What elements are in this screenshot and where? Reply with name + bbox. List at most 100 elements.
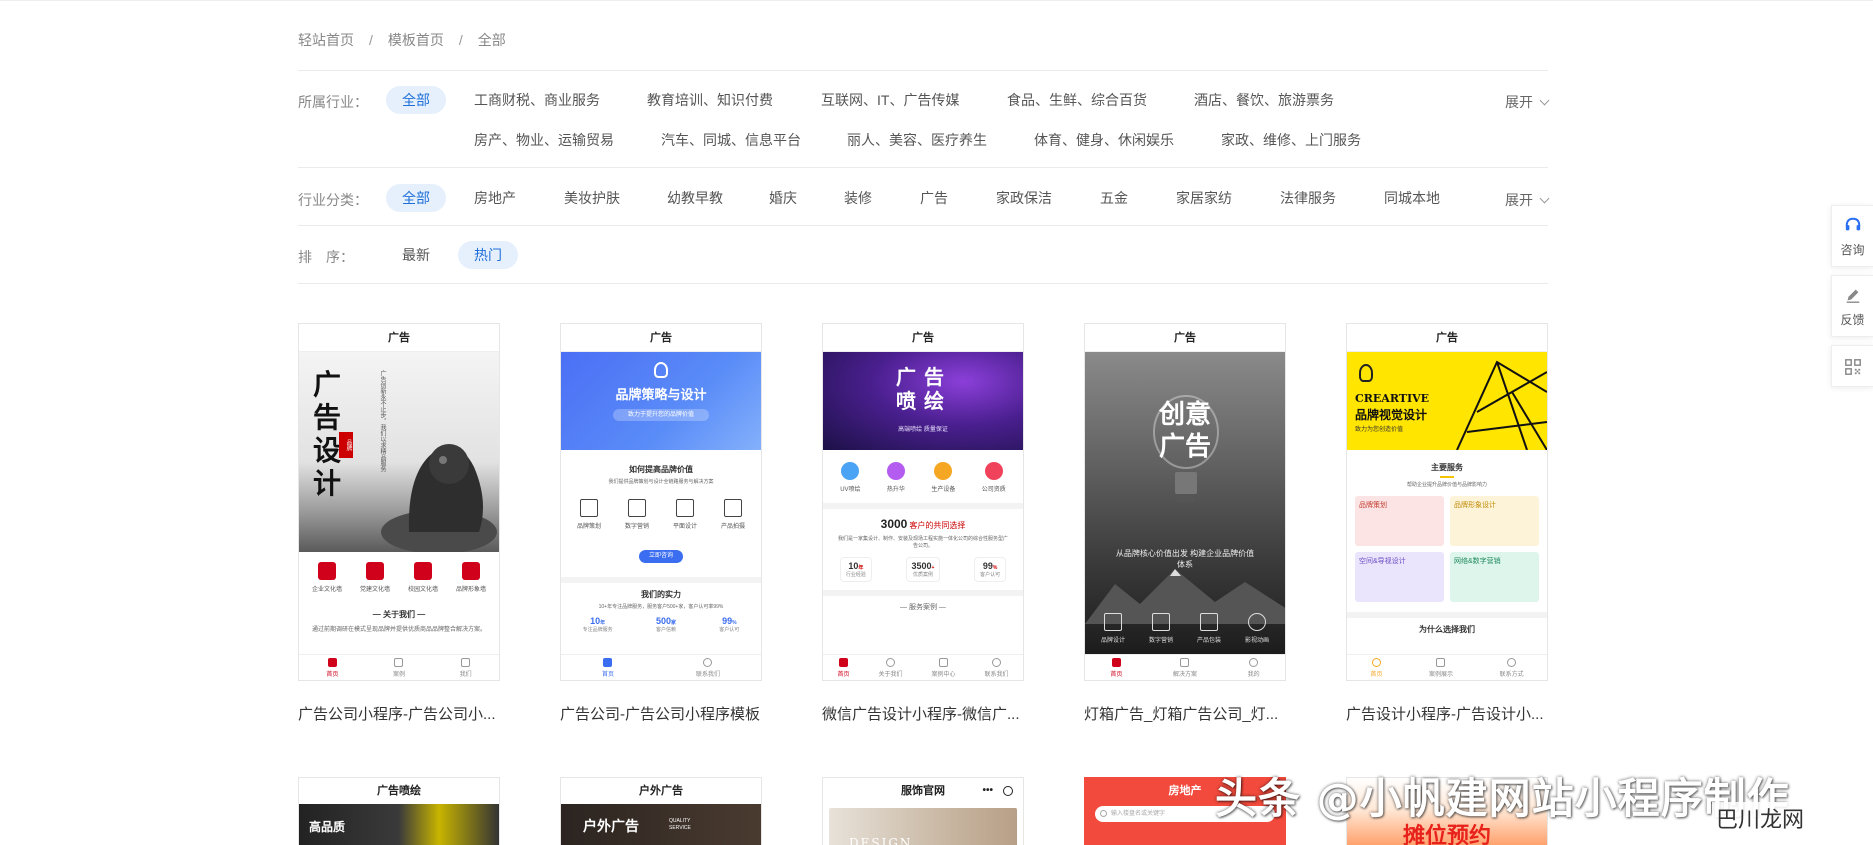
headline: 3000 客户的共同选择: [880, 517, 966, 531]
feedback-button[interactable]: 反馈: [1831, 275, 1873, 337]
banner-subtitle: 致力于提升您的品牌价值: [613, 409, 709, 421]
banner-english: CREARTIVE: [1355, 392, 1430, 405]
category-filter: 行业分类： 全部 房地产 美妆护肤 幼教早教 婚庆 装修 广告 家政保洁 五金 …: [298, 184, 1550, 214]
template-thumbnail[interactable]: 广告 广告设计 品牌 广告创新永不止步，我们以求精品服务 企业文化墙 党建文化墙…: [298, 323, 500, 681]
search-icon: [1100, 810, 1107, 817]
feature-icon: 品牌设计: [1101, 613, 1125, 644]
thumbnail-nav: 首页 案例展示 联系方式: [1347, 654, 1547, 680]
thumbnail-nav: 首页 解决方案 我的: [1085, 654, 1285, 680]
thumbnail-banner: 高品质: [299, 804, 499, 845]
industry-tag[interactable]: 酒店、餐饮、旅游票务: [1178, 86, 1350, 114]
sort-label: 排 序：: [298, 249, 354, 265]
industry-tag[interactable]: 食品、生鲜、综合百货: [991, 86, 1163, 114]
consult-button[interactable]: 咨询: [1831, 205, 1873, 267]
industry-tag[interactable]: 房产、物业、运输贸易: [458, 126, 630, 154]
category-tag[interactable]: 五金: [1084, 184, 1144, 212]
category-label: 行业分类：: [298, 192, 368, 208]
industry-tag[interactable]: 汽车、同城、信息平台: [645, 126, 817, 154]
category-tag-all[interactable]: 全部: [386, 184, 446, 212]
industry-tag-all[interactable]: 全部: [386, 86, 446, 114]
category-tag[interactable]: 幼教早教: [651, 184, 739, 212]
feature-icon: 公司资质: [982, 462, 1006, 493]
industry-tag[interactable]: 工商财税、商业服务: [458, 86, 616, 114]
divider: [298, 70, 1548, 71]
divider: [298, 225, 1548, 226]
stat: 99% 客户认可: [974, 557, 1007, 582]
section-title: — 关于我们 —: [372, 610, 426, 619]
feature-icon: 生产设备: [931, 462, 955, 493]
service-tile: 空间&导视设计: [1355, 552, 1444, 602]
qr-code-button[interactable]: [1831, 345, 1873, 387]
template-title[interactable]: 灯箱广告_灯箱广告公司_灯...: [1084, 703, 1286, 724]
geometric-lines-image: [1456, 360, 1547, 450]
template-title[interactable]: 广告公司小程序-广告公司小...: [298, 703, 500, 724]
sort-hot[interactable]: 热门: [458, 241, 518, 269]
template-card[interactable]: 广告 创意 广告 从品牌核心价值出发 构建企业品牌价值体系 品牌设计 数字营销 …: [1084, 323, 1286, 724]
template-card[interactable]: 广告 品牌策略与设计 致力于提升您的品牌价值 如何提高品牌价值 我们提供品牌策划…: [560, 323, 762, 724]
nav-contact: 联系我们: [984, 657, 1009, 678]
stat: 3500+ 优质案例: [905, 557, 941, 582]
category-tag[interactable]: 广告: [904, 184, 964, 212]
template-card[interactable]: 户外广告 户外广告 QUALITY SERVICE: [560, 777, 762, 845]
feature-icon: 数字营销: [625, 499, 649, 530]
thumbnail-banner: 广告 喷绘 高端喷绘 质量保证: [823, 352, 1023, 450]
lightbulb-icon: [1359, 364, 1373, 382]
feature-icon: 党建文化墙: [360, 562, 390, 593]
breadcrumb-templates[interactable]: 模板首页: [388, 30, 444, 50]
template-title[interactable]: 微信广告设计小程序-微信广...: [822, 703, 1024, 724]
category-tag[interactable]: 同城本地: [1368, 184, 1456, 212]
thumbnail-header: 广告: [1085, 324, 1285, 352]
expand-label: 展开: [1505, 94, 1533, 110]
category-expand-button[interactable]: 展开: [1505, 190, 1550, 210]
feature-icon: 企业文化墙: [312, 562, 342, 593]
template-card[interactable]: 服饰官网 ••• DESIGN: [822, 777, 1024, 845]
stat: 10年 专注品牌服务: [582, 616, 613, 633]
category-tag[interactable]: 婚庆: [753, 184, 813, 212]
template-card[interactable]: 广告 CREARTIVE 品牌视觉设计 致力为您创造价值 主要服务 帮助企业提升…: [1346, 323, 1548, 724]
category-tag[interactable]: 美妆护肤: [548, 184, 636, 212]
template-thumbnail[interactable]: 广告 创意 广告 从品牌核心价值出发 构建企业品牌价值体系 品牌设计 数字营销 …: [1084, 323, 1286, 681]
breadcrumb-home[interactable]: 轻站首页: [298, 30, 354, 50]
thumbnail-banner: 广告设计 品牌 广告创新永不止步，我们以求精品服务: [299, 352, 499, 552]
icon-row: 品牌设计 数字营销 产品包装 影视动画: [1085, 603, 1285, 654]
template-thumbnail[interactable]: 广告 CREARTIVE 品牌视觉设计 致力为您创造价值 主要服务 帮助企业提升…: [1346, 323, 1548, 681]
section-text: 我们提供品牌策划与设计全链路服务与解决方案: [608, 479, 714, 485]
category-tag[interactable]: 房地产: [458, 184, 532, 212]
category-tag[interactable]: 法律服务: [1264, 184, 1352, 212]
section-title: 主要服务: [1431, 463, 1463, 472]
nav-home: 首页: [1370, 657, 1382, 678]
banner-title: 品牌视觉设计: [1355, 408, 1428, 422]
template-card[interactable]: 广告 广告 喷绘 高端喷绘 质量保证 UV喷绘 热升华 生产设备 公司资质 30…: [822, 323, 1024, 724]
industry-tag[interactable]: 丽人、美容、医疗养生: [831, 126, 1003, 154]
template-card[interactable]: 广告 广告设计 品牌 广告创新永不止步，我们以求精品服务 企业文化墙 党建文化墙…: [298, 323, 500, 724]
industry-expand-button[interactable]: 展开: [1505, 92, 1550, 112]
nav-solutions: 解决方案: [1173, 657, 1197, 678]
spacer: [823, 503, 1023, 509]
template-title[interactable]: 广告公司-广告公司小程序模板: [560, 703, 762, 724]
category-tag[interactable]: 家居家纺: [1160, 184, 1248, 212]
banner-english: DESIGN: [849, 836, 913, 845]
category-tag[interactable]: 家政保洁: [980, 184, 1068, 212]
section-title: — 服务案例 —: [900, 604, 946, 611]
intro-text: 我们是一家集设计、制作、安装及现场工程实施一体化公司的综合性服务型广告公司。: [837, 536, 1008, 549]
thumbnail-banner: DESIGN: [823, 804, 1023, 845]
industry-tag[interactable]: 教育培训、知识付费: [631, 86, 789, 114]
banner-english: QUALITY SERVICE: [669, 818, 691, 831]
nav-mine: 我的: [1248, 657, 1260, 678]
nav-contact: 联系方式: [1500, 657, 1524, 678]
breadcrumb-separator: /: [458, 32, 463, 48]
template-card[interactable]: 广告喷绘 高品质: [298, 777, 500, 845]
thumbnail-nav: 首页 联系我们: [561, 654, 761, 680]
nav-cases: 案例中心: [931, 657, 956, 678]
template-thumbnail[interactable]: 广告 品牌策略与设计 致力于提升您的品牌价值 如何提高品牌价值 我们提供品牌策划…: [560, 323, 762, 681]
template-thumbnail[interactable]: 广告 广告 喷绘 高端喷绘 质量保证 UV喷绘 热升华 生产设备 公司资质 30…: [822, 323, 1024, 681]
industry-tag[interactable]: 互联网、IT、广告传媒: [805, 86, 975, 114]
sort-latest[interactable]: 最新: [386, 241, 446, 269]
category-tag[interactable]: 装修: [828, 184, 888, 212]
section-title: 我们的实力: [641, 590, 681, 599]
template-title[interactable]: 广告设计小程序-广告设计小...: [1346, 703, 1548, 724]
thumbnail-header: 广告喷绘: [377, 785, 421, 797]
industry-tag[interactable]: 体育、健身、休闲娱乐: [1018, 126, 1190, 154]
industry-tag[interactable]: 家政、维修、上门服务: [1205, 126, 1377, 154]
nav-contact: 联系我们: [696, 657, 720, 678]
